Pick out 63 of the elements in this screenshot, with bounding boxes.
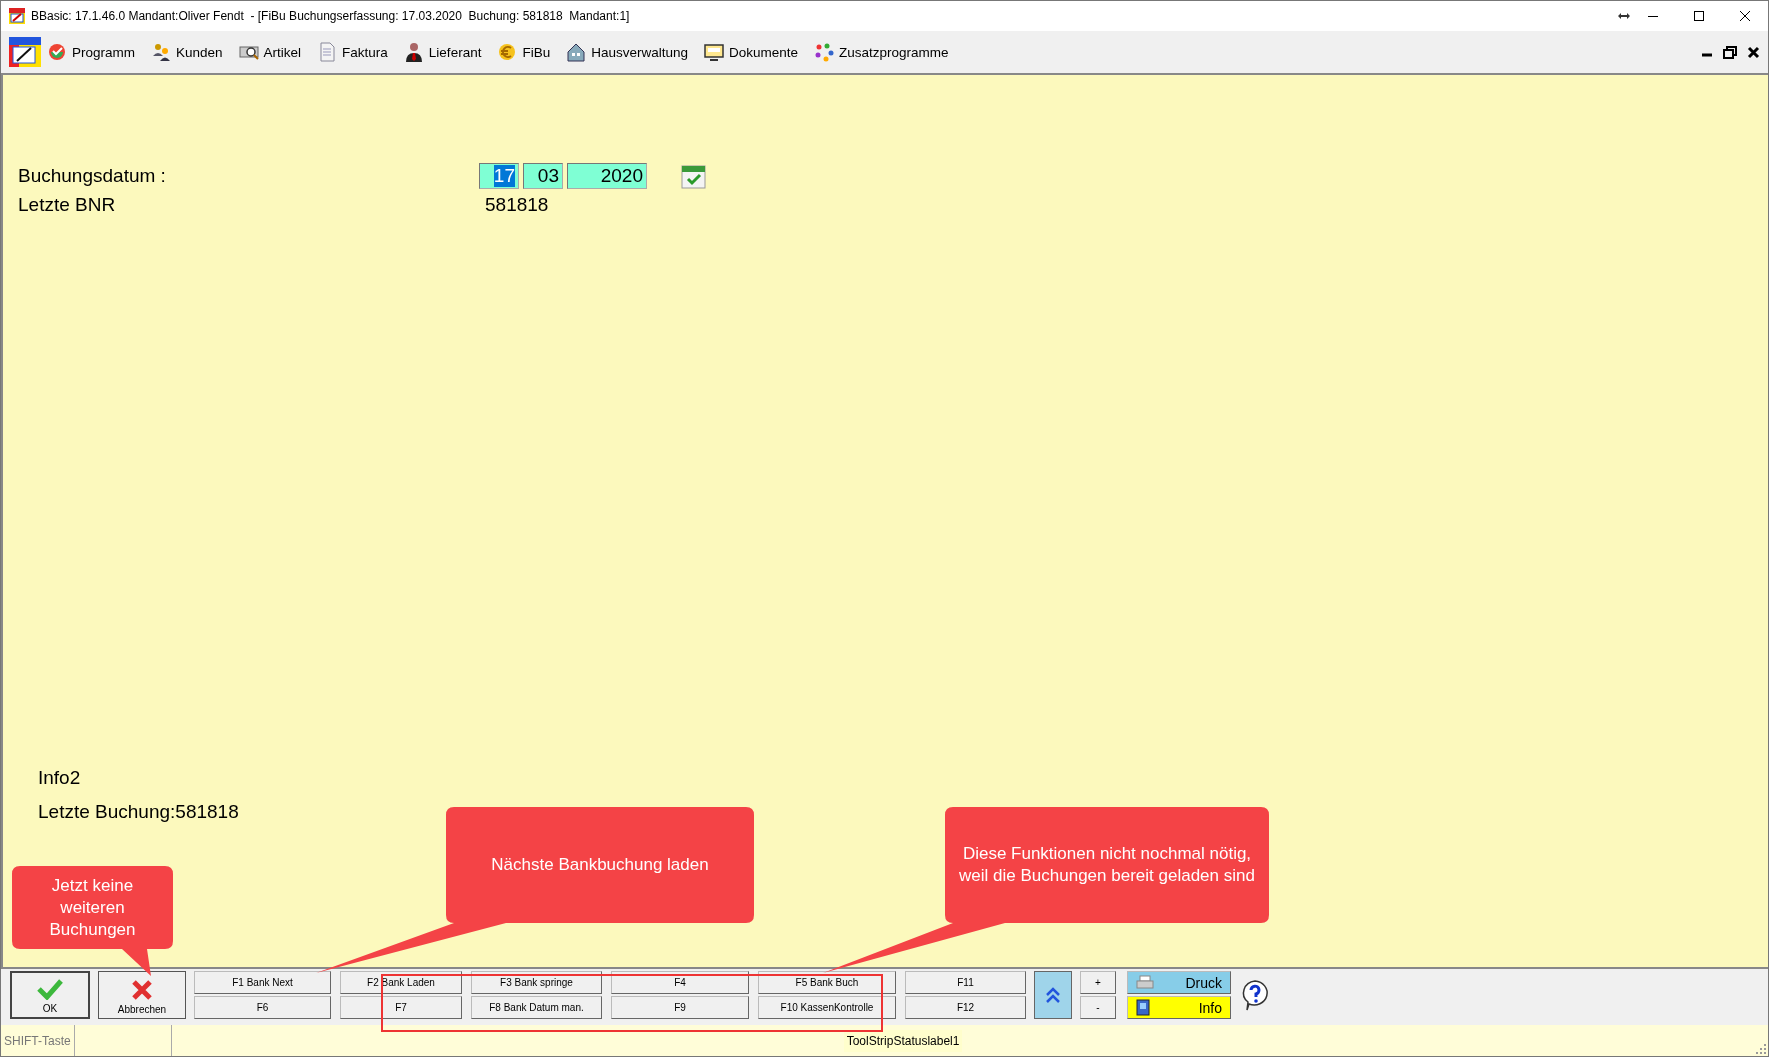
cross-icon [131, 979, 153, 1001]
scroll-up-button[interactable] [1034, 971, 1072, 1019]
double-chevron-icon [1045, 986, 1061, 1004]
day-field[interactable]: 17 [479, 163, 519, 189]
callout-text: Diese Funktionen nicht nochmal nötig, weil die Buchungen bereit geladen sind [958, 843, 1256, 887]
callout-text: Jetzt keine weiteren Buchungen [48, 874, 137, 941]
menu-item[interactable]: Hausverwaltung [560, 37, 698, 67]
function-key-button[interactable]: F1 Bank Next [194, 971, 331, 994]
field-label: Letzte BNR [18, 194, 117, 216]
close-icon [1739, 10, 1751, 22]
function-key-button[interactable]: F8 Bank Datum man. [471, 996, 602, 1019]
field-value: 581818 [485, 194, 549, 216]
ball-icon [47, 42, 67, 62]
cancel-button[interactable]: Abbrechen [98, 971, 186, 1019]
dots-icon [814, 42, 835, 62]
close-button[interactable] [1747, 45, 1760, 59]
print-button[interactable]: Druck [1127, 971, 1231, 994]
info-text: Letzte Buchung:581818 [38, 801, 240, 823]
monitor-icon [704, 42, 724, 62]
callout-text: Nächste Bankbuchung laden [491, 854, 709, 876]
resize-icon [1618, 12, 1630, 20]
window-title: BBasic: 17.1.46.0 Mandant:Oliver Fendt - [FiBu Buchungserfassung: 17.03.2020 Buchung: 581818 Mandant:1] [31, 9, 631, 23]
app-icon [9, 8, 25, 24]
menu-item[interactable]: Artikel [232, 37, 312, 67]
function-key-button[interactable]: F10 KassenKontrolle [758, 996, 896, 1019]
function-key-button[interactable]: F11 [905, 971, 1026, 994]
function-key-button[interactable]: F6 [194, 996, 331, 1019]
function-key-button[interactable]: F7 [340, 996, 462, 1019]
menu-item[interactable]: Kunden [145, 37, 233, 67]
menu-item[interactable]: Programm [41, 37, 145, 67]
book-icon [1136, 999, 1150, 1016]
logo-icon[interactable] [9, 37, 41, 67]
info-title: Info2 [38, 767, 82, 789]
check-icon [37, 978, 63, 1000]
menu-item[interactable]: Lieferant [397, 37, 492, 67]
resize-grip-icon[interactable] [1756, 1044, 1766, 1054]
year-field[interactable]: 2020 [567, 163, 647, 189]
person-icon [403, 42, 424, 62]
menu-item[interactable]: Zusatzprogramme [808, 37, 959, 67]
field-label: Buchungsdatum : [18, 165, 167, 187]
info-button[interactable]: Info [1127, 996, 1231, 1019]
maximize-icon [1693, 10, 1705, 22]
function-key-button[interactable]: F4 [611, 971, 749, 994]
function-key-button[interactable]: F5 Bank Buch [758, 971, 896, 994]
function-key-button[interactable]: F3 Bank springe [471, 971, 602, 994]
month-field[interactable]: 03 [523, 163, 563, 189]
house-icon [566, 42, 587, 62]
restore-button[interactable] [1723, 45, 1737, 59]
coin-icon [497, 42, 518, 62]
status-text: SHIFT-Taste [1, 1025, 75, 1056]
menu-item[interactable]: Dokumente [698, 37, 809, 67]
minus-button[interactable]: - [1080, 996, 1116, 1019]
function-key-button[interactable]: F12 [905, 996, 1026, 1019]
document-icon [317, 42, 338, 62]
menu-item[interactable]: FiBu [491, 37, 561, 67]
people-icon [151, 42, 171, 62]
printer-icon [1136, 975, 1154, 990]
calendar-icon[interactable] [680, 162, 708, 190]
function-key-button[interactable]: F9 [611, 996, 749, 1019]
status-label: ToolStripStatuslabel1 [843, 1029, 963, 1052]
menu-item[interactable]: Faktura [311, 37, 398, 67]
ok-button[interactable]: OK [10, 971, 90, 1019]
plus-button[interactable]: + [1080, 971, 1116, 994]
